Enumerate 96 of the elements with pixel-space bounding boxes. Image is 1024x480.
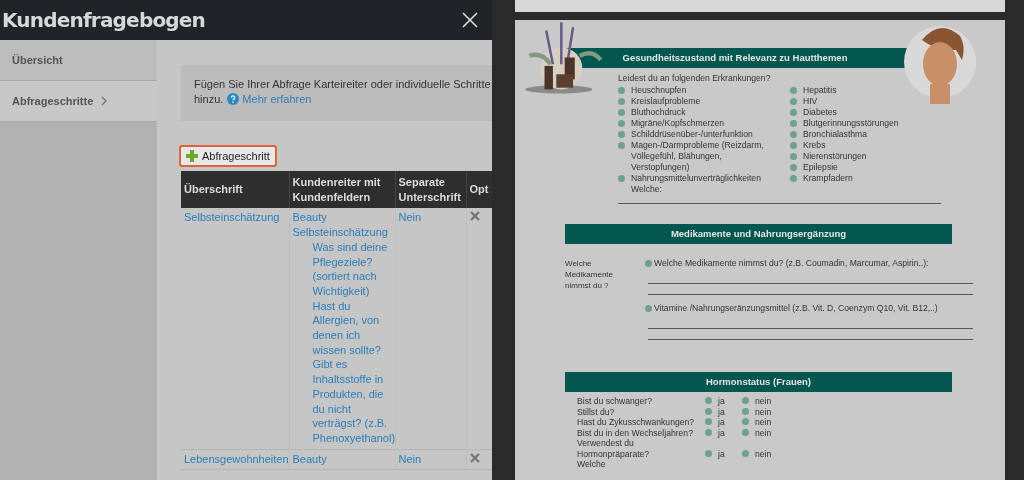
delete-icon[interactable] (469, 452, 480, 463)
option-label: Kreislaufprobleme (631, 96, 701, 107)
question-text: Bist du schwanger? (577, 396, 653, 407)
option-label: ja (718, 406, 725, 417)
option-label: Blutgerinnungsstörungen (803, 118, 899, 129)
option-dot[interactable] (790, 98, 797, 105)
option-label: Diabetes (803, 107, 837, 118)
option-dot[interactable] (790, 142, 797, 149)
section-header: Hormonstatus (Frauen) (565, 372, 952, 392)
option-dot[interactable] (742, 418, 749, 425)
option-dot[interactable] (790, 164, 797, 171)
question-text: Verwendest du Hormonpräparate? (577, 438, 651, 459)
option-dot[interactable] (742, 449, 749, 457)
sidebar-item[interactable]: Übersicht (0, 40, 157, 81)
dialog-title: Kundenfragebogen (2, 8, 206, 32)
option-label: Nierenstörungen (803, 151, 867, 162)
fill-in-line[interactable] (648, 328, 973, 329)
option-label: Bluthochdruck (631, 107, 686, 118)
step-link[interactable]: Lebensgewohnheiten (184, 452, 289, 465)
question-text: Stillst du? (577, 406, 616, 417)
column-header: Opt (466, 171, 492, 209)
option-label: ja (718, 427, 725, 438)
option-label: HIV (803, 96, 818, 107)
option-dot[interactable] (618, 98, 625, 105)
option-label: nein (755, 417, 772, 428)
option-dot[interactable] (618, 87, 625, 94)
option-dot[interactable] (618, 131, 625, 138)
option-dot[interactable] (705, 418, 712, 425)
question-text: Vitamine /Nahrungseränzungsmittel (z.B. Vit. D, Coenzym Q10, Vit. B12,..) (654, 303, 938, 315)
option-dot[interactable] (705, 428, 712, 436)
side-label: Welche Medikamente nimmst du ? (565, 258, 615, 292)
option-dot[interactable] (645, 305, 652, 312)
option-dot[interactable] (645, 260, 652, 267)
field-link[interactable]: Hast du Allergien, von denen ich wissen sollte? (292, 298, 392, 358)
column-header: Kundenreiter mit Kundenfeldern (289, 171, 395, 209)
option-label: Krampfadern (803, 173, 853, 184)
option-label: Epilepsie (803, 162, 838, 173)
chevron-icon (101, 96, 108, 106)
question-text: Welche Medikamente nimmst du? (z.B. Coumadin, Marcumar, Aspirin..): (654, 258, 929, 270)
option-label: Magen-/Darmprobleme (Reizdarm, Völlegefühl, Blähungen, Verstopfungen) (631, 140, 765, 173)
option-dot[interactable] (790, 87, 797, 94)
plus-icon (186, 150, 198, 162)
sidebar-item[interactable]: Abfrageschritte (0, 81, 157, 122)
question-text: Leidest du an folgenden Erkrankungen? (618, 73, 772, 83)
option-dot[interactable] (618, 109, 625, 116)
option-dot[interactable] (790, 120, 797, 127)
option-dot[interactable] (705, 407, 712, 415)
option-dot[interactable] (790, 131, 797, 138)
option-dot[interactable] (790, 175, 797, 182)
close-icon[interactable] (462, 12, 478, 28)
help-icon[interactable] (227, 93, 240, 105)
option-label: Bronchialasthma (803, 129, 867, 140)
option-dot[interactable] (618, 120, 625, 127)
option-label: Migräne/Kopfschmerzen (631, 118, 725, 129)
option-dot[interactable] (742, 397, 749, 404)
field-link[interactable]: Was sind deine Pflegeziele? (sortiert nach Wichtigkeit) (292, 239, 392, 299)
option-label: Krebs (803, 140, 826, 151)
fill-in-line[interactable] (648, 294, 973, 295)
option-label: nein (755, 406, 772, 417)
add-step-button[interactable]: Abfrageschritt (179, 145, 277, 167)
option-label: ja (718, 448, 725, 459)
info-text: Fügen Sie Ihrer Abfrage Karteireiter oder individuelle Schritte hinzu. Mehr erfahren (194, 78, 491, 105)
followup-label: Welche (577, 459, 607, 470)
more-link[interactable]: Mehr erfahren (242, 93, 312, 105)
separate-link[interactable]: Nein (398, 452, 422, 465)
option-label: Nahrungsmittelunverträglichkeiten (631, 173, 761, 184)
group-link[interactable]: Beauty (292, 451, 392, 467)
option-dot[interactable] (618, 175, 625, 182)
option-dot[interactable] (742, 407, 749, 415)
option-label: ja (718, 396, 725, 407)
column-header: Separate Unterschrift (395, 171, 466, 209)
option-label: nein (755, 448, 772, 459)
option-dot[interactable] (790, 153, 797, 160)
delete-icon[interactable] (469, 211, 480, 222)
question-text: Bist du in den Wechseljahren? (577, 427, 694, 438)
option-label: Schilddrüsenüber-/unterfunktion (631, 129, 753, 140)
separate-link[interactable]: Nein (398, 211, 422, 224)
fill-in-line[interactable] (648, 339, 973, 340)
option-dot[interactable] (742, 428, 749, 436)
option-dot[interactable] (618, 142, 625, 149)
option-label: ja (718, 417, 725, 428)
option-dot[interactable] (790, 109, 797, 116)
question-text: Hast du Zykusschwankungen? (577, 417, 696, 428)
group-link[interactable]: Beauty (292, 210, 392, 226)
option-label: Heuschnupfen (631, 85, 687, 96)
followup-label: Welche: (630, 184, 663, 195)
step-link[interactable]: Selbsteinschätzung (184, 211, 280, 224)
option-label: nein (755, 396, 772, 407)
option-label: nein (755, 427, 772, 438)
column-header: Überschrift (181, 171, 289, 209)
option-dot[interactable] (705, 397, 712, 404)
fill-in-line[interactable] (648, 283, 973, 284)
option-label: Hepatitis (803, 85, 837, 96)
section-header: Medikamente und Nahrungsergänzung (565, 224, 952, 244)
tab-link[interactable]: Selbsteinschätzung (292, 225, 392, 240)
option-dot[interactable] (705, 449, 712, 457)
